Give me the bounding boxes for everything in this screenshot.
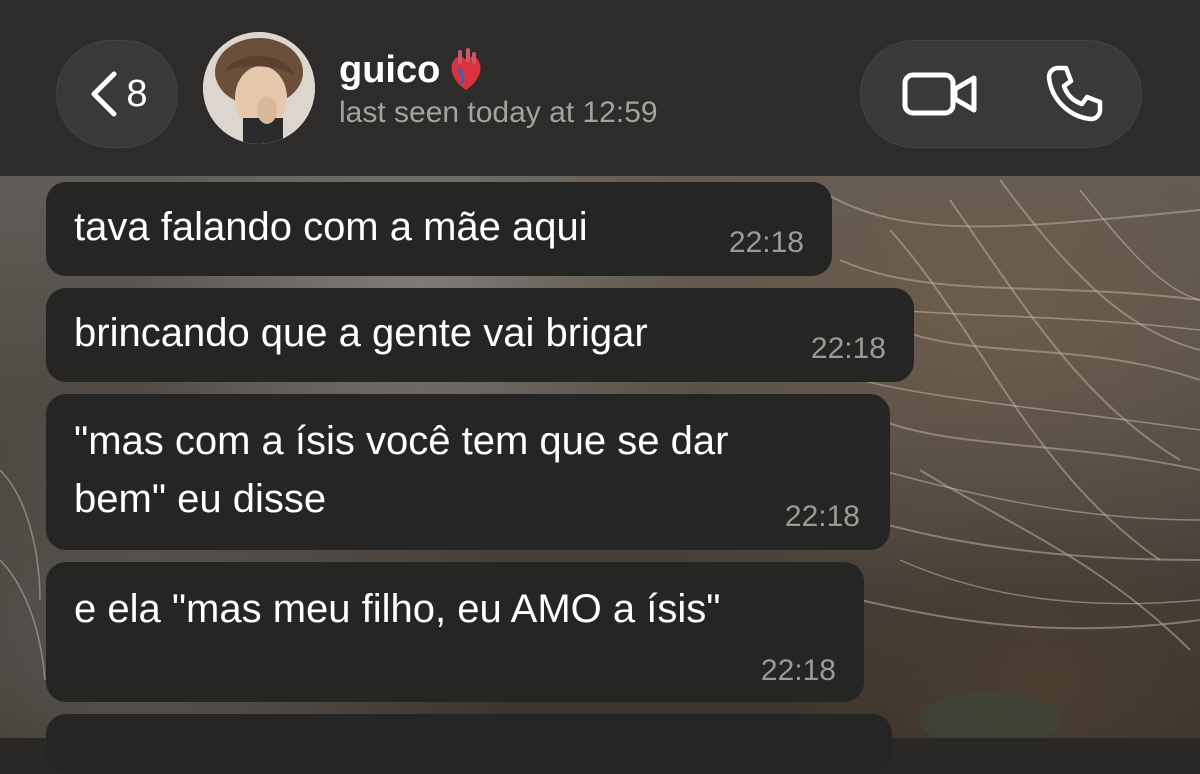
message-text: brincando que a gente vai brigar xyxy=(74,311,648,355)
message-text: e ela "mas meu filho, eu AMO a ísis" xyxy=(74,587,721,631)
message-bubble[interactable]: tava falando com a mãe aqui 22:18 xyxy=(46,182,832,276)
call-actions xyxy=(860,40,1142,148)
last-seen-status: last seen today at 12:59 xyxy=(339,96,658,129)
message-text: tava falando com a mãe aqui xyxy=(74,205,588,249)
message-time: 22:18 xyxy=(760,654,836,687)
chevron-left-icon xyxy=(91,71,117,117)
contact-name[interactable]: guico xyxy=(339,48,484,92)
message-bubble[interactable]: brincando que a gente vai brigar 22:18 xyxy=(46,288,914,382)
voice-call-button[interactable] xyxy=(1014,40,1134,148)
video-camera-icon xyxy=(902,72,977,116)
message-time: 22:18 xyxy=(728,226,804,259)
unread-count: 8 xyxy=(126,73,148,115)
message-bubble[interactable]: "mas com a ísis você tem que se dar bem"… xyxy=(46,394,890,550)
avatar-photo xyxy=(203,32,315,144)
anatomical-heart-icon xyxy=(451,48,481,90)
message-bubble[interactable]: e ela "mas meu filho, eu AMO a ísis" 22:… xyxy=(46,562,864,702)
contact-avatar[interactable] xyxy=(203,32,315,144)
back-button[interactable]: 8 xyxy=(56,40,178,148)
video-call-button[interactable] xyxy=(880,40,1000,148)
message-text-line: bem" eu disse xyxy=(74,477,327,521)
phone-icon xyxy=(1046,65,1103,122)
contact-name-text: guico xyxy=(339,49,441,91)
message-time: 22:18 xyxy=(810,332,886,365)
chat-header: 8 guico last seen today at 12:59 xyxy=(0,0,1200,176)
message-text-line: "mas com a ísis você tem que se dar xyxy=(74,419,729,463)
message-bubble[interactable] xyxy=(46,714,892,774)
message-time: 22:18 xyxy=(784,500,860,533)
